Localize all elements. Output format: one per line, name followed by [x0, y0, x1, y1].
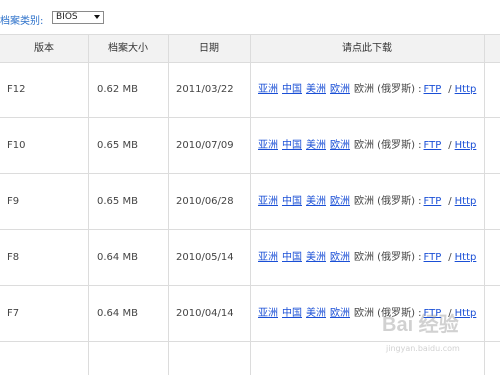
- link-http[interactable]: Http: [455, 308, 477, 319]
- link-asia[interactable]: 亚洲: [258, 84, 278, 95]
- link-china[interactable]: 中国: [282, 196, 302, 207]
- link-separator: /: [448, 196, 452, 207]
- table-row: F10 0.65 MB 2010/07/09 亚洲 中国 美洲 欧洲 欧洲 (俄罗斯) …: [0, 118, 500, 174]
- file-type-selected-value: BIOS: [56, 12, 78, 22]
- link-europe[interactable]: 欧洲: [330, 140, 350, 151]
- download-table: 版本 档案大小 日期 请点此下载 F12 0.62 MB 2011/03/22 …: [0, 34, 500, 375]
- file-type-select[interactable]: BIOS: [52, 11, 104, 24]
- size-cell: 0.64 MB: [97, 308, 138, 319]
- size-cell: 0.64 MB: [97, 252, 138, 263]
- link-ftp[interactable]: FTP: [424, 84, 442, 95]
- date-cell: 2010/04/14: [176, 308, 234, 319]
- version-cell: F7: [7, 308, 20, 319]
- link-separator: /: [448, 308, 452, 319]
- link-separator: /: [448, 252, 452, 263]
- europe-russia-label: 欧洲 (俄罗斯) :: [354, 252, 422, 263]
- link-america[interactable]: 美洲: [306, 140, 326, 151]
- link-asia[interactable]: 亚洲: [258, 196, 278, 207]
- table-row: F7 0.64 MB 2010/04/14 亚洲 中国 美洲 欧洲 欧洲 (俄罗斯) :…: [0, 286, 500, 342]
- link-ftp[interactable]: FTP: [424, 252, 442, 263]
- link-asia[interactable]: 亚洲: [258, 140, 278, 151]
- link-europe[interactable]: 欧洲: [330, 84, 350, 95]
- link-http[interactable]: Http: [455, 140, 477, 151]
- header-file-size: 档案大小: [108, 43, 148, 54]
- download-links: 亚洲 中国 美洲 欧洲 欧洲 (俄罗斯) : FTP / Http: [258, 230, 480, 286]
- header-version: 版本: [34, 43, 54, 54]
- file-type-label: 档案类别:: [0, 16, 44, 27]
- filter-bar: 档案类别: BIOS: [0, 0, 500, 34]
- date-cell: 2010/05/14: [176, 252, 234, 263]
- download-links: 亚洲 中国 美洲 欧洲 欧洲 (俄罗斯) : FTP / Http: [258, 118, 480, 174]
- link-europe[interactable]: 欧洲: [330, 196, 350, 207]
- link-europe[interactable]: 欧洲: [330, 252, 350, 263]
- link-ftp[interactable]: FTP: [424, 140, 442, 151]
- dropdown-arrow-icon: [94, 15, 100, 19]
- table-row: F8 0.64 MB 2010/05/14 亚洲 中国 美洲 欧洲 欧洲 (俄罗斯) :…: [0, 230, 500, 286]
- table-row: F9 0.65 MB 2010/06/28 亚洲 中国 美洲 欧洲 欧洲 (俄罗斯) :…: [0, 174, 500, 230]
- version-cell: F9: [7, 196, 20, 207]
- download-page: 档案类别: BIOS 版本 档案大小 日期 请点此下载 F12 0.62 MB …: [0, 0, 500, 375]
- download-links: 亚洲 中国 美洲 欧洲 欧洲 (俄罗斯) : FTP / Http: [258, 62, 480, 118]
- link-america[interactable]: 美洲: [306, 308, 326, 319]
- link-http[interactable]: Http: [455, 196, 477, 207]
- link-china[interactable]: 中国: [282, 308, 302, 319]
- europe-russia-label: 欧洲 (俄罗斯) :: [354, 84, 422, 95]
- version-cell: F12: [7, 84, 26, 95]
- download-links: 亚洲 中国 美洲 欧洲 欧洲 (俄罗斯) : FTP / Http: [258, 174, 480, 230]
- table-row: F12 0.62 MB 2011/03/22 亚洲 中国 美洲 欧洲 欧洲 (俄罗斯) …: [0, 62, 500, 118]
- size-cell: 0.65 MB: [97, 196, 138, 207]
- link-http[interactable]: Http: [455, 252, 477, 263]
- link-china[interactable]: 中国: [282, 140, 302, 151]
- size-cell: 0.65 MB: [97, 140, 138, 151]
- link-china[interactable]: 中国: [282, 252, 302, 263]
- europe-russia-label: 欧洲 (俄罗斯) :: [354, 196, 422, 207]
- link-china[interactable]: 中国: [282, 84, 302, 95]
- table-row-partial: [0, 342, 500, 375]
- link-america[interactable]: 美洲: [306, 196, 326, 207]
- link-europe[interactable]: 欧洲: [330, 308, 350, 319]
- date-cell: 2010/07/09: [176, 140, 234, 151]
- size-cell: 0.62 MB: [97, 84, 138, 95]
- download-links: 亚洲 中国 美洲 欧洲 欧洲 (俄罗斯) : FTP / Http: [258, 286, 480, 342]
- link-america[interactable]: 美洲: [306, 252, 326, 263]
- link-ftp[interactable]: FTP: [424, 196, 442, 207]
- header-date: 日期: [199, 43, 219, 54]
- header-download: 请点此下载: [342, 43, 392, 54]
- link-separator: /: [448, 140, 452, 151]
- link-asia[interactable]: 亚洲: [258, 252, 278, 263]
- link-america[interactable]: 美洲: [306, 84, 326, 95]
- link-http[interactable]: Http: [455, 84, 477, 95]
- version-cell: F8: [7, 252, 20, 263]
- europe-russia-label: 欧洲 (俄罗斯) :: [354, 140, 422, 151]
- link-separator: /: [448, 84, 452, 95]
- link-asia[interactable]: 亚洲: [258, 308, 278, 319]
- version-cell: F10: [7, 140, 26, 151]
- link-ftp[interactable]: FTP: [424, 308, 442, 319]
- europe-russia-label: 欧洲 (俄罗斯) :: [354, 308, 422, 319]
- date-cell: 2011/03/22: [176, 84, 234, 95]
- date-cell: 2010/06/28: [176, 196, 234, 207]
